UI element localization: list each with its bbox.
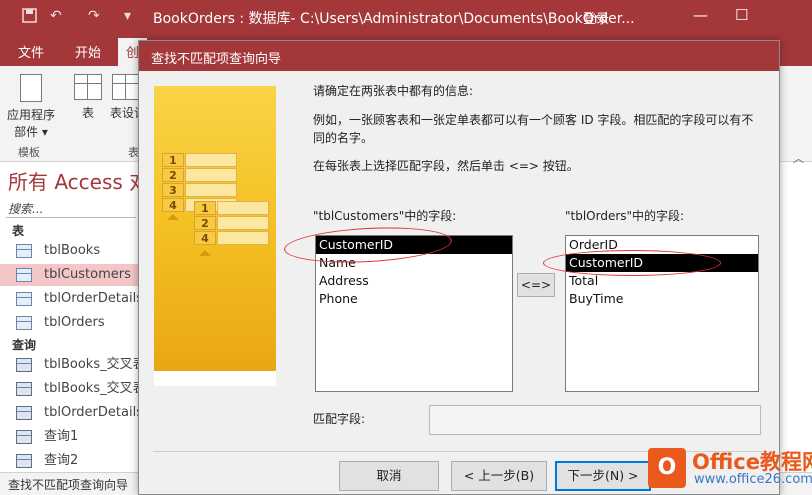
illustration-arrow: [199, 250, 211, 256]
table-icon: [16, 292, 32, 306]
nav-item-label: tblBooks: [44, 243, 101, 258]
list-item[interactable]: OrderID: [566, 236, 758, 254]
dialog-title: 查找不匹配项查询向导: [139, 41, 779, 71]
table-icon: [16, 244, 32, 258]
login-link[interactable]: 登录: [583, 8, 609, 27]
nav-table-item[interactable]: tblCustomers: [0, 264, 142, 286]
table-icon: [16, 268, 32, 282]
ribbon-collapse-icon[interactable]: ︿: [793, 150, 804, 166]
customize-toolbar-icon[interactable]: ▾: [124, 8, 131, 24]
navigation-pane: 所有 Access 对 搜索... 表 tblBooks tblCustomer…: [0, 162, 149, 472]
instruction-text: 请确定在两张表中都有的信息:: [313, 84, 474, 98]
back-button[interactable]: < 上一步(B): [451, 461, 547, 491]
illustration-row: [217, 231, 269, 245]
illustration-number: 2: [194, 216, 216, 230]
list-item[interactable]: CustomerID: [316, 236, 512, 254]
status-text: 查找不匹配项查询向导: [8, 478, 129, 492]
table-icon: [16, 316, 32, 330]
illustration-row: [217, 201, 269, 215]
redo-icon[interactable]: ↷: [88, 8, 100, 24]
illustration-number: 4: [194, 231, 216, 245]
select-hint-text: 在每张表上选择匹配字段，然后单击 <=> 按钮。: [313, 159, 579, 173]
wizard-illustration: 1 2 3 4 1 2 4: [154, 86, 276, 386]
nav-query-item[interactable]: 查询1: [0, 426, 142, 448]
cancel-button[interactable]: 取消: [339, 461, 439, 491]
list-item[interactable]: CustomerID: [566, 254, 758, 272]
nav-query-item[interactable]: 查询2: [0, 450, 142, 472]
table-button-label: 表: [81, 106, 94, 120]
nav-item-label: tblBooks_交叉表: [44, 381, 142, 396]
find-unmatched-wizard-dialog: 查找不匹配项查询向导 1 2 3 4 1 2 4 请确定在两张表中都有的信息: …: [138, 40, 780, 495]
illustration-arrow: [167, 214, 179, 220]
matched-fields-label: 匹配字段:: [313, 412, 366, 426]
next-button[interactable]: 下一步(N) >: [555, 461, 651, 491]
nav-query-item[interactable]: tblBooks_交叉表: [0, 378, 142, 400]
minimize-icon[interactable]: —: [693, 6, 708, 24]
nav-section-queries[interactable]: 查询: [12, 336, 36, 353]
illustration-background: 1 2 3 4 1 2 4: [154, 86, 276, 371]
tab-home[interactable]: 开始: [75, 42, 101, 61]
example-text-2: 同的名字。: [313, 131, 374, 145]
left-fields-label: "tblCustomers"中的字段:: [313, 209, 457, 223]
illustration-number: 2: [162, 168, 184, 182]
crosstab-query-icon: [16, 358, 32, 372]
tab-file[interactable]: 文件: [18, 42, 44, 61]
nav-item-label: tblBooks_交叉表: [44, 357, 142, 372]
nav-section-tables[interactable]: 表: [12, 222, 24, 239]
undo-icon[interactable]: ↶: [50, 8, 62, 24]
nav-table-item[interactable]: tblOrderDetails: [0, 288, 142, 310]
list-item[interactable]: BuyTime: [566, 290, 758, 308]
match-fields-button[interactable]: <=>: [517, 273, 555, 297]
app-parts-icon: [20, 74, 42, 102]
nav-search-input[interactable]: 搜索...: [6, 198, 136, 218]
group-templates-label: 模板: [18, 146, 40, 159]
nav-title[interactable]: 所有 Access 对: [8, 166, 149, 195]
nav-query-item[interactable]: tblOrderDetails_交: [0, 402, 142, 424]
list-item[interactable]: Name: [316, 254, 512, 272]
illustration-number: 1: [194, 201, 216, 215]
save-icon[interactable]: [22, 8, 37, 27]
right-fields-listbox[interactable]: OrderID CustomerID Total BuyTime: [565, 235, 759, 392]
app-parts-button[interactable]: 应用程序 部件 ▾: [4, 74, 58, 140]
example-text-1: 例如，一张顾客表和一张定单表都可以有一个顾客 ID 字段。相匹配的字段可以有不: [313, 113, 754, 127]
nav-item-label: tblOrderDetails_交: [44, 405, 142, 420]
list-item[interactable]: Phone: [316, 290, 512, 308]
table-icon: [74, 74, 102, 100]
query-icon: [16, 454, 32, 468]
query-icon: [16, 430, 32, 444]
title-bar: ↶ ↷ ▾ BookOrders : 数据库- C:\Users\Adminis…: [0, 0, 812, 34]
illustration-row: [185, 183, 237, 197]
illustration-row: [217, 216, 269, 230]
nav-item-label: tblOrders: [44, 315, 105, 330]
table-design-icon: [112, 74, 140, 100]
watermark-url: www.office26.com: [694, 472, 812, 487]
crosstab-query-icon: [16, 382, 32, 396]
left-fields-listbox[interactable]: CustomerID Name Address Phone: [315, 235, 513, 392]
nav-item-label: tblCustomers: [44, 267, 131, 282]
office-logo-icon: O: [648, 448, 686, 488]
right-fields-label: "tblOrders"中的字段:: [565, 209, 685, 223]
nav-table-item[interactable]: tblOrders: [0, 312, 142, 334]
illustration-number: 1: [162, 153, 184, 167]
illustration-number: 4: [162, 198, 184, 212]
app-parts-label-2: 部件 ▾: [14, 125, 48, 139]
window-title: BookOrders : 数据库- C:\Users\Administrator…: [153, 11, 635, 27]
illustration-number: 3: [162, 183, 184, 197]
app-parts-label-1: 应用程序: [6, 108, 55, 122]
list-item[interactable]: Total: [566, 272, 758, 290]
list-item[interactable]: Address: [316, 272, 512, 290]
matched-fields-display: [429, 405, 761, 435]
maximize-icon[interactable]: ☐: [735, 6, 748, 24]
table-button[interactable]: 表: [72, 74, 104, 121]
illustration-row: [185, 153, 237, 167]
nav-item-label: tblOrderDetails: [44, 291, 142, 306]
watermark: O Office教程网 www.office26.com: [648, 446, 812, 492]
nav-item-label: 查询2: [44, 453, 79, 468]
nav-item-label: 查询1: [44, 429, 79, 444]
nav-table-item[interactable]: tblBooks: [0, 240, 142, 262]
nav-query-item[interactable]: tblBooks_交叉表: [0, 354, 142, 376]
crosstab-query-icon: [16, 406, 32, 420]
illustration-row: [185, 168, 237, 182]
